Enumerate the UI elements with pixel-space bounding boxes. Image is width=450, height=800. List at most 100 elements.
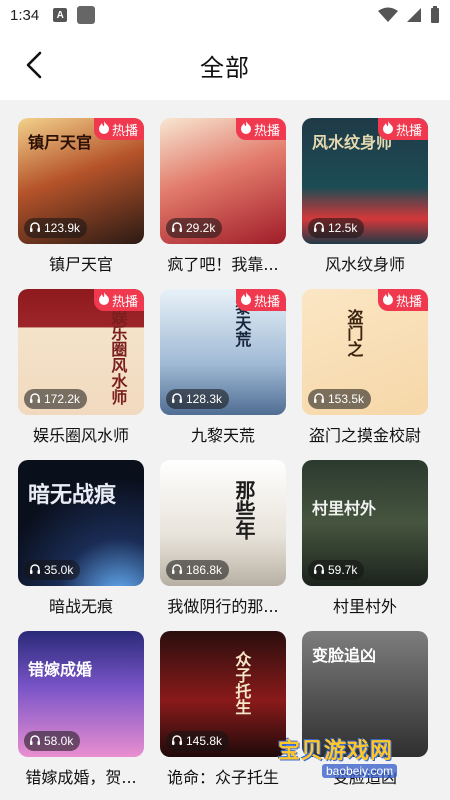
audiobook-card[interactable]: 风水纹身师 热播 12.5k 风水纹身师	[288, 118, 430, 276]
cover-art-text: 盗门之	[344, 309, 364, 357]
audiobook-card[interactable]: 众子托生 145.8k 诡命：众子托生	[146, 631, 288, 789]
headphones-icon	[313, 221, 325, 236]
cover-image[interactable]: 暗无战痕 35.0k	[18, 460, 144, 586]
audiobook-card[interactable]: 那些年 186.8k 我做阴行的那...	[146, 460, 288, 618]
audiobook-title[interactable]: 镇尸天官	[16, 251, 146, 275]
cover-art-text: 众子托生	[232, 651, 252, 715]
audiobook-card[interactable]: 镇尸天官 热播 123.9k 镇尸天官	[4, 118, 146, 276]
fire-icon	[98, 120, 110, 138]
hot-badge: 热播	[377, 289, 428, 311]
cover-image[interactable]: 镇尸天官 热播 123.9k	[18, 118, 144, 244]
play-count-value: 153.5k	[328, 392, 365, 406]
audiobook-card[interactable]: 暗无战痕 35.0k 暗战无痕	[4, 460, 146, 618]
play-count-value: 128.3k	[186, 392, 223, 406]
cover-art-text: 那些年	[232, 480, 256, 540]
audiobook-title[interactable]: 疯了吧！我靠...	[158, 251, 288, 275]
audiobook-card[interactable]: 错嫁成婚 58.0k 错嫁成婚，贺...	[4, 631, 146, 789]
play-count: 58.0k	[24, 731, 81, 751]
notification-square-icon	[77, 6, 96, 24]
cover-image[interactable]: 黎天荒 热播 128.3k	[160, 289, 286, 415]
wifi-icon	[378, 7, 398, 22]
hot-badge: 热播	[377, 118, 428, 140]
cover-art-text: 村里村外	[312, 499, 377, 518]
headphones-icon	[29, 392, 41, 407]
fire-icon	[240, 291, 252, 309]
hot-badge-label: 热播	[395, 294, 422, 310]
play-count: 172.2k	[24, 389, 88, 409]
audiobook-title[interactable]: 娱乐圈风水师	[16, 422, 146, 446]
cover-art-text: 变脸追凶	[312, 646, 377, 665]
audiobook-card[interactable]: 盗门之 热播 153.5k 盗门之摸金校尉	[288, 289, 430, 447]
play-count: 145.8k	[166, 731, 230, 751]
audiobook-grid: 镇尸天官 热播 123.9k 镇尸天官 热播 29.2k 疯了吧！我靠... 风水纹身师 热播 1…	[0, 118, 450, 789]
hot-badge-label: 热播	[111, 294, 138, 310]
cover-art-text: 暗无战痕	[28, 482, 117, 508]
headphones-icon	[313, 392, 325, 407]
status-icons	[378, 6, 440, 24]
audiobook-card[interactable]: 热播 29.2k 疯了吧！我靠...	[146, 118, 288, 276]
audiobook-title[interactable]: 暗战无痕	[16, 593, 146, 617]
cover-image[interactable]: 风水纹身师 热播 12.5k	[302, 118, 428, 244]
audiobook-title[interactable]: 错嫁成婚，贺...	[16, 764, 146, 788]
page-title: 全部	[200, 54, 250, 82]
play-count: 59.7k	[308, 560, 365, 580]
audiobook-card[interactable]: 黎天荒 热播 128.3k 九黎天荒	[146, 289, 288, 447]
hot-badge: 热播	[235, 289, 286, 311]
audiobook-card[interactable]: 村里村外 59.7k 村里村外	[288, 460, 430, 618]
headphones-icon	[29, 734, 41, 749]
hot-badge-label: 热播	[253, 294, 280, 310]
hot-badge: 热播	[93, 289, 144, 311]
play-count-value: 12.5k	[328, 221, 358, 235]
play-count: 35.0k	[24, 560, 81, 580]
play-count-value: 172.2k	[44, 392, 81, 406]
headphones-icon	[29, 563, 41, 578]
play-count: 186.8k	[166, 560, 230, 580]
hot-badge-label: 热播	[111, 123, 138, 139]
play-count: 128.3k	[166, 389, 230, 409]
watermark-logo: 宝贝游戏网	[278, 739, 394, 764]
headphones-icon	[313, 563, 325, 578]
hot-badge-label: 热播	[253, 123, 280, 139]
play-count: 153.5k	[308, 389, 372, 409]
hot-badge: 热播	[93, 118, 144, 140]
cover-image[interactable]: 那些年 186.8k	[160, 460, 286, 586]
play-count-value: 59.7k	[328, 563, 358, 577]
cover-art-text: 镇尸天官	[28, 133, 93, 152]
audiobook-title[interactable]: 盗门之摸金校尉	[300, 422, 430, 446]
cover-image[interactable]: 众子托生 145.8k	[160, 631, 286, 757]
hot-badge-label: 热播	[395, 123, 422, 139]
fire-icon	[382, 120, 394, 138]
cover-image[interactable]: 村里村外 59.7k	[302, 460, 428, 586]
play-count-value: 35.0k	[44, 563, 74, 577]
fire-icon	[98, 291, 110, 309]
headphones-icon	[171, 392, 183, 407]
cover-image[interactable]: 热播 29.2k	[160, 118, 286, 244]
play-count: 123.9k	[24, 218, 88, 238]
play-count-value: 123.9k	[44, 221, 81, 235]
audiobook-title[interactable]: 诡命：众子托生	[158, 764, 288, 788]
audiobook-title[interactable]: 九黎天荒	[158, 422, 288, 446]
audiobook-title[interactable]: 我做阴行的那...	[158, 593, 288, 617]
play-count: 29.2k	[166, 218, 223, 238]
headphones-icon	[171, 563, 183, 578]
play-count-value: 29.2k	[186, 221, 216, 235]
audiobook-card[interactable]: 娱乐圈风水师 热播 172.2k 娱乐圈风水师	[4, 289, 146, 447]
battery-icon	[431, 6, 439, 23]
play-count-value: 186.8k	[186, 563, 223, 577]
signal-icon	[407, 8, 421, 22]
cover-image[interactable]: 娱乐圈风水师 热播 172.2k	[18, 289, 144, 415]
cover-art-text: 错嫁成婚	[28, 660, 93, 679]
a-notification-icon: A	[53, 8, 68, 22]
audiobook-title[interactable]: 村里村外	[300, 593, 430, 617]
play-count: 12.5k	[308, 218, 365, 238]
hot-badge: 热播	[235, 118, 286, 140]
cover-image[interactable]: 盗门之 热播 153.5k	[302, 289, 428, 415]
headphones-icon	[171, 221, 183, 236]
cover-art-text: 娱乐圈风水师	[108, 309, 128, 405]
headphones-icon	[29, 221, 41, 236]
cover-image[interactable]: 错嫁成婚 58.0k	[18, 631, 144, 757]
play-count-value: 145.8k	[186, 734, 223, 748]
audiobook-title[interactable]: 风水纹身师	[300, 251, 430, 275]
content-area[interactable]: 镇尸天官 热播 123.9k 镇尸天官 热播 29.2k 疯了吧！我靠... 风水纹身师 热播 1…	[0, 100, 450, 800]
fire-icon	[240, 120, 252, 138]
